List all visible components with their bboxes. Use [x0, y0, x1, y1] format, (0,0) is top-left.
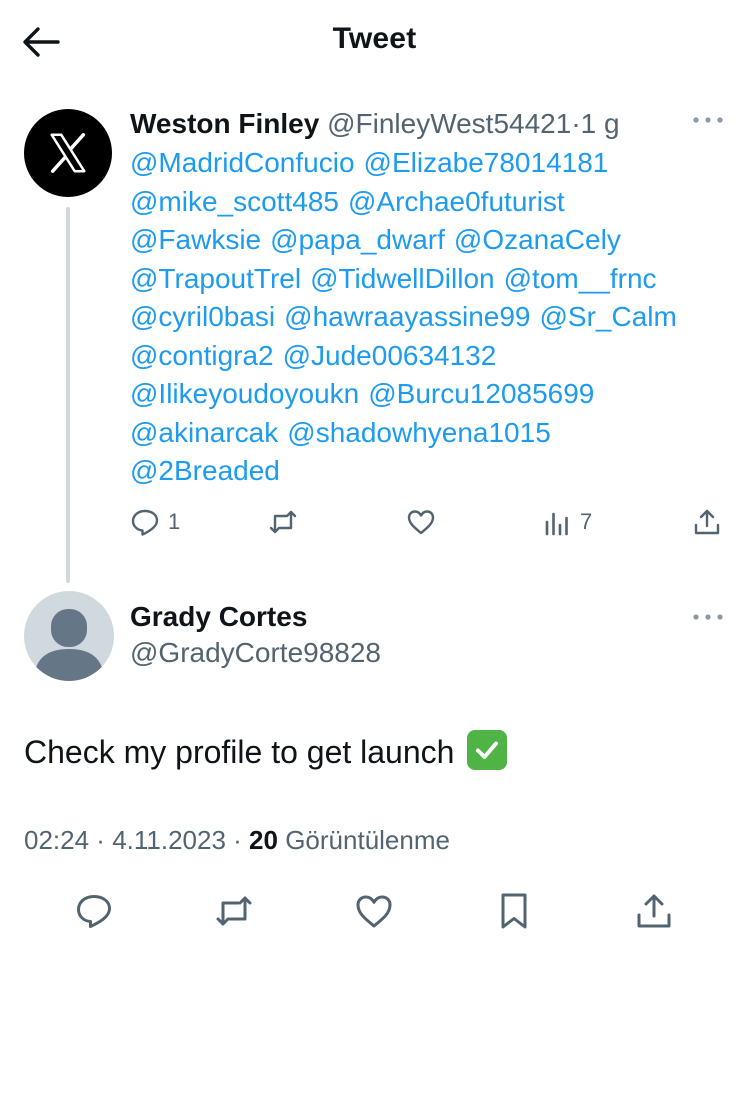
- x-logo-icon: [50, 133, 86, 173]
- mention-link[interactable]: @papa_dwarf: [270, 224, 445, 255]
- mention-link[interactable]: @tom__frnc: [504, 263, 657, 294]
- retweet-button[interactable]: [268, 507, 298, 537]
- parent-tweet-actions: 1 7: [130, 503, 730, 543]
- tweet-meta: 02:24 · 4.11.2023 · 20 Görüntülenme: [24, 825, 450, 855]
- mention-link[interactable]: @Burcu12085699: [368, 378, 594, 409]
- bookmark-icon: [501, 893, 527, 929]
- retweet-button[interactable]: [212, 889, 256, 933]
- more-button[interactable]: [691, 607, 725, 627]
- views-button[interactable]: 7: [542, 507, 592, 537]
- mention-link[interactable]: @akinarcak: [130, 417, 278, 448]
- share-button[interactable]: [692, 507, 722, 537]
- mention-link[interactable]: @shadowhyena1015: [287, 417, 551, 448]
- reply-button[interactable]: [72, 889, 116, 933]
- views-label[interactable]: Görüntülenme: [285, 825, 450, 855]
- mention-link[interactable]: @contigra2: [130, 340, 274, 371]
- page-title: Tweet: [332, 22, 417, 55]
- author-name[interactable]: Weston Finley: [130, 108, 319, 139]
- mention-link[interactable]: @Sr_Calm: [539, 301, 676, 332]
- tweet-actions: [0, 885, 749, 937]
- heart-icon: [356, 895, 392, 928]
- thread-line: [66, 207, 70, 583]
- reply-count: 1: [168, 509, 181, 534]
- reply-icon: [131, 509, 159, 536]
- mention-link[interactable]: @Jude00634132: [283, 340, 497, 371]
- separator: ·: [571, 108, 581, 139]
- author-handle[interactable]: @GradyCorte98828: [130, 637, 381, 669]
- mention-link[interactable]: @mike_scott485: [130, 186, 339, 217]
- share-button[interactable]: [632, 889, 676, 933]
- views-count: 7: [580, 509, 593, 534]
- more-horizontal-icon: [693, 614, 723, 620]
- like-button[interactable]: [352, 889, 396, 933]
- parent-tweet: Weston Finley @FinleyWest54421·1 g @Madr…: [130, 106, 730, 491]
- like-button[interactable]: [406, 507, 436, 537]
- mention-list: @MadridConfucio @Elizabe78014181 @mike_sc…: [130, 144, 720, 491]
- mention-link[interactable]: @hawraayassine99: [284, 301, 530, 332]
- analytics-icon: [545, 512, 568, 536]
- mention-link[interactable]: @MadridConfucio: [130, 147, 355, 178]
- share-icon: [637, 894, 671, 928]
- more-horizontal-icon: [693, 117, 723, 123]
- check-mark-icon: [467, 730, 508, 770]
- parent-tweet-header: Weston Finley @FinleyWest54421·1 g: [130, 106, 730, 142]
- top-bar: Tweet: [0, 0, 749, 84]
- share-icon: [694, 509, 720, 535]
- mention-link[interactable]: @OzanaCely: [454, 224, 621, 255]
- tweet-time[interactable]: 02:24: [24, 825, 89, 855]
- tweet-date[interactable]: 4.11.2023: [112, 825, 226, 855]
- default-profile-icon: [34, 609, 104, 681]
- reply-icon: [77, 895, 111, 928]
- reply-button[interactable]: 1: [130, 507, 180, 537]
- tweet-text: Check my profile to get launch: [24, 734, 455, 770]
- mention-link[interactable]: @2Breaded: [130, 455, 280, 486]
- retweet-icon: [216, 896, 252, 926]
- heart-icon: [407, 510, 435, 535]
- mention-link[interactable]: @TidwellDillon: [310, 263, 495, 294]
- author-handle[interactable]: @FinleyWest54421: [327, 108, 571, 139]
- tweet-time[interactable]: 1 g: [581, 108, 620, 139]
- author-name[interactable]: Grady Cortes: [130, 601, 307, 633]
- tweet-body: Check my profile to get launch: [24, 730, 508, 773]
- mention-link[interactable]: @Ilikeyoudoyoukn: [130, 378, 359, 409]
- avatar[interactable]: [24, 109, 112, 197]
- retweet-icon: [269, 510, 297, 534]
- mention-link[interactable]: @Archae0futurist: [348, 186, 565, 217]
- mention-link[interactable]: @cyril0basi: [130, 301, 275, 332]
- more-button[interactable]: [691, 110, 725, 130]
- mention-link[interactable]: @Fawksie: [130, 224, 261, 255]
- mention-link[interactable]: @TrapoutTrel: [130, 263, 301, 294]
- bookmark-button[interactable]: [492, 889, 536, 933]
- views-count: 20: [249, 825, 278, 855]
- mention-link[interactable]: @Elizabe78014181: [364, 147, 609, 178]
- avatar[interactable]: [24, 591, 114, 681]
